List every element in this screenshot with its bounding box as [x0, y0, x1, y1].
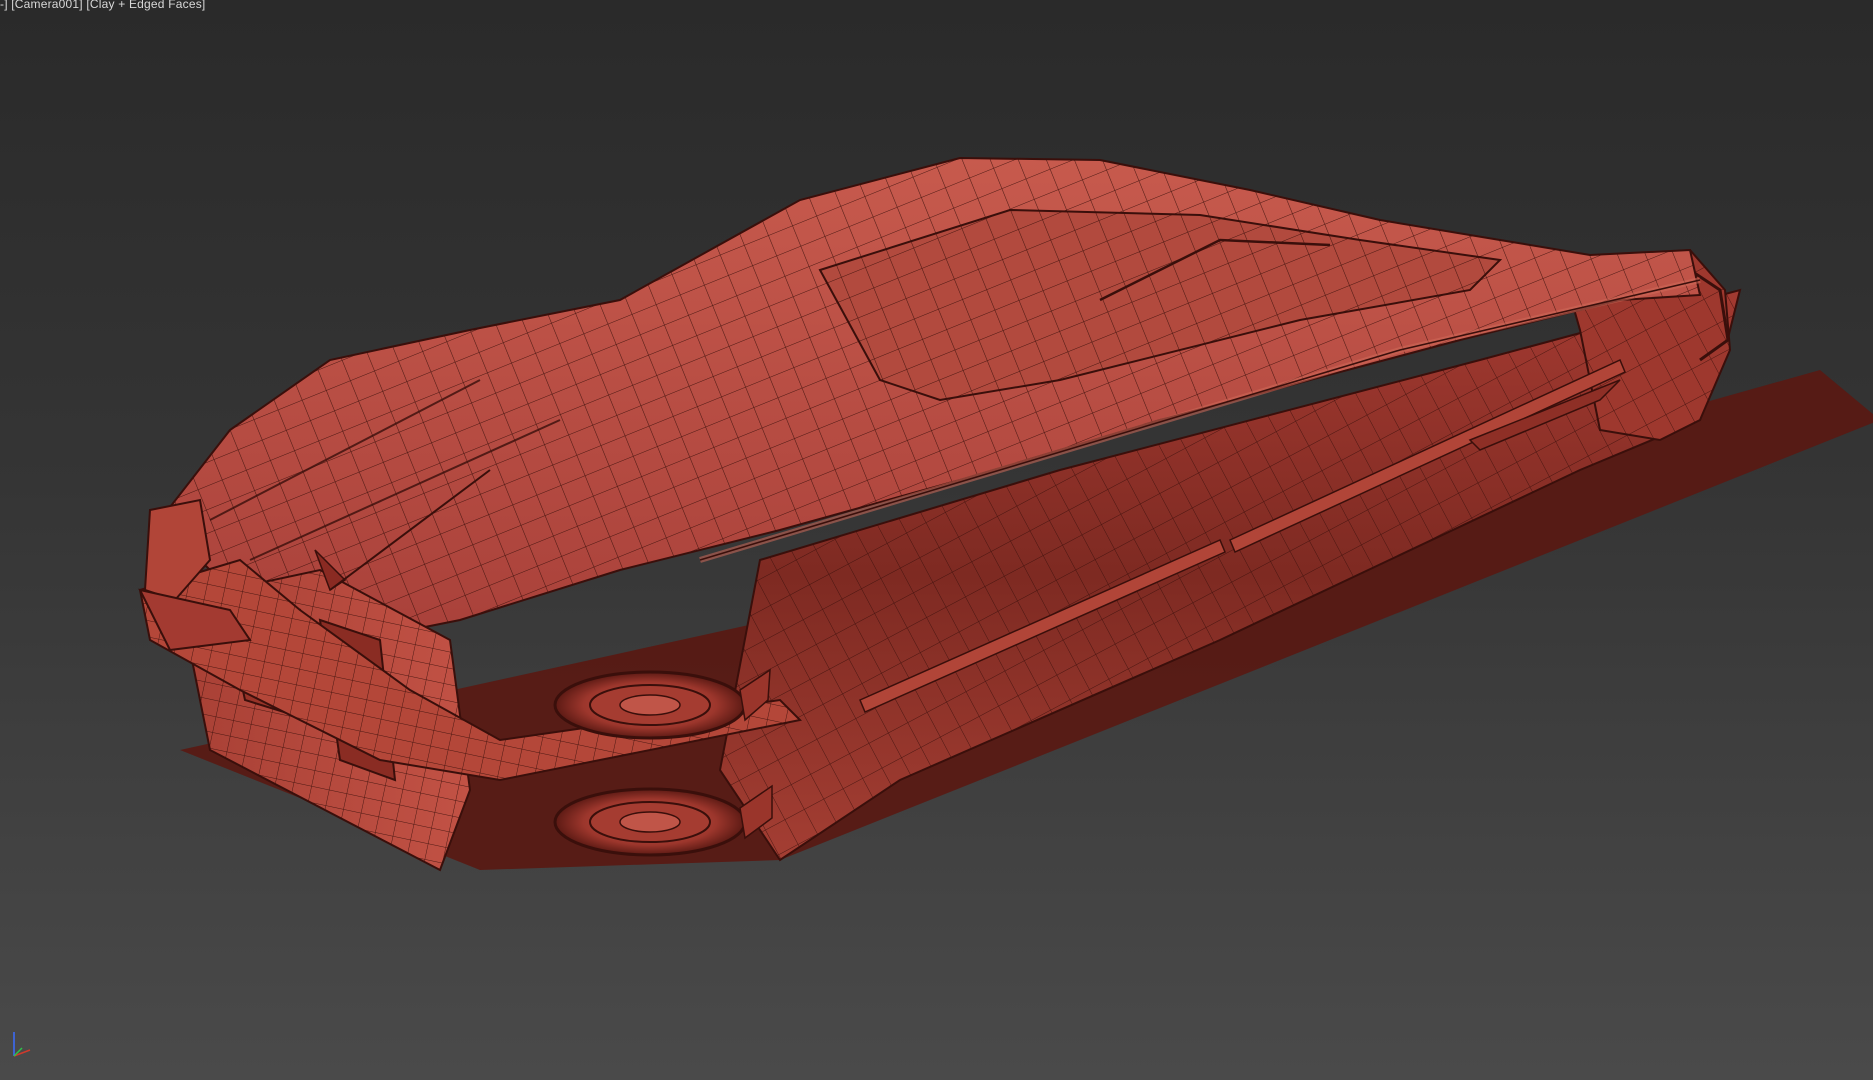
camera-viewport[interactable]: -] [Camera001] [Clay + Edged Faces]	[0, 0, 1873, 1080]
axis-tripod-icon	[13, 1032, 31, 1057]
car-model[interactable]	[0, 0, 1873, 1080]
